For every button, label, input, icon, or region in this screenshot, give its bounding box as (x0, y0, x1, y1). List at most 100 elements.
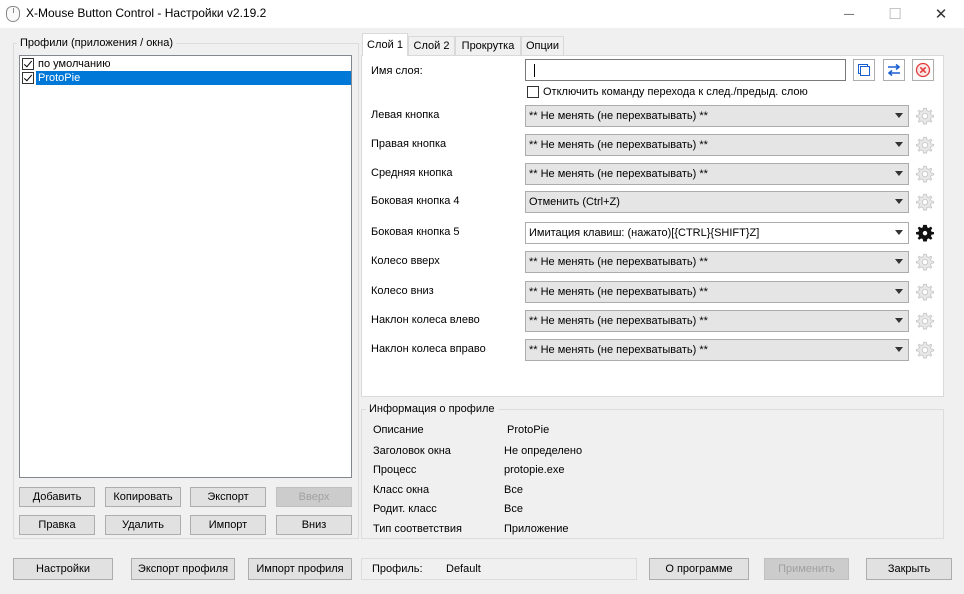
profiles-list[interactable]: по умолчанию ProtoPie (19, 55, 352, 478)
list-item[interactable]: ProtoPie (22, 71, 351, 85)
chevron-down-icon (895, 347, 903, 352)
gear-icon (916, 224, 934, 242)
tab-layer-1[interactable]: Слой 1 (362, 33, 408, 56)
wheel-up-label: Колесо вверх (371, 255, 440, 267)
profiles-group-label: Профили (приложения / окна) (17, 37, 176, 49)
disable-layer-switch-label: Отключить команду перехода к след./преды… (543, 86, 808, 98)
edit-profile-button[interactable]: Правка (19, 515, 95, 535)
settings-button[interactable]: Настройки (13, 558, 113, 580)
gear-icon (916, 253, 934, 271)
tab-layer-2[interactable]: Слой 2 (408, 36, 455, 55)
right-button-select[interactable]: ** Не менять (не перехватывать) ** (525, 134, 909, 156)
export-profile-button[interactable]: Экспорт профиля (131, 558, 235, 580)
side-button-4-settings[interactable] (914, 191, 936, 213)
chevron-down-icon (895, 230, 903, 235)
wheel-down-settings[interactable] (914, 281, 936, 303)
copy-profile-button[interactable]: Копировать (105, 487, 181, 507)
delete-profile-button[interactable]: Удалить (105, 515, 181, 535)
side-button-4-label: Боковая кнопка 4 (371, 195, 460, 207)
info-label: Заголовок окна (373, 445, 451, 457)
chevron-down-icon (895, 171, 903, 176)
profile-label: по умолчанию (38, 58, 111, 70)
import-profile-button[interactable]: Импорт профиля (248, 558, 352, 580)
copy-icon (858, 64, 870, 76)
side-button-5-label: Боковая кнопка 5 (371, 226, 460, 238)
tilt-left-settings[interactable] (914, 310, 936, 332)
info-label: Тип соответствия (373, 523, 462, 535)
move-down-button[interactable]: Вниз (276, 515, 352, 535)
profile-status: Профиль: Default (361, 558, 637, 580)
select-value: ** Не менять (не перехватывать) ** (529, 168, 708, 180)
gear-icon (916, 312, 934, 330)
disable-layer-switch-checkbox[interactable]: Отключить команду перехода к след./преды… (527, 86, 808, 98)
layer-name-label: Имя слоя: (371, 65, 423, 77)
wheel-down-select[interactable]: ** Не менять (не перехватывать) ** (525, 281, 909, 303)
select-value: ** Не менять (не перехватывать) ** (529, 315, 708, 327)
info-label: Родит. класс (373, 503, 437, 515)
checkbox-box[interactable] (527, 86, 539, 98)
side-button-5-settings[interactable] (914, 222, 936, 244)
layer-name-input[interactable] (525, 59, 846, 81)
select-value: ** Не менять (не перехватывать) ** (529, 344, 708, 356)
clear-icon (915, 62, 931, 78)
tilt-left-label: Наклон колеса влево (371, 314, 480, 326)
list-item[interactable]: по умолчанию (22, 57, 351, 71)
close-window-button[interactable]: ✕ (918, 0, 964, 28)
tilt-right-label: Наклон колеса вправо (371, 343, 486, 355)
profile-info-group-label: Информация о профиле (366, 403, 498, 415)
tilt-right-select[interactable]: ** Не менять (не перехватывать) ** (525, 339, 909, 361)
gear-icon (916, 107, 934, 125)
side-button-5-select[interactable]: Имитация клавиш: (нажато)[{CTRL}{SHIFT}Z… (525, 222, 909, 244)
info-value: Не определено (504, 445, 583, 457)
chevron-down-icon (895, 113, 903, 118)
copy-layer-button[interactable] (853, 59, 875, 81)
wheel-up-settings[interactable] (914, 251, 936, 273)
tilt-left-select[interactable]: ** Не менять (не перехватывать) ** (525, 310, 909, 332)
profile-status-value: Default (446, 563, 481, 575)
info-value: protopie.exe (504, 464, 565, 476)
tilt-right-settings[interactable] (914, 339, 936, 361)
gear-icon (916, 165, 934, 183)
side-button-4-select[interactable]: Отменить (Ctrl+Z) (525, 191, 909, 213)
select-value: ** Не менять (не перехватывать) ** (529, 139, 708, 151)
wheel-up-select[interactable]: ** Не менять (не перехватывать) ** (525, 251, 909, 273)
info-label: Процесс (373, 464, 417, 476)
swap-layer-button[interactable] (883, 59, 905, 81)
close-icon: ✕ (934, 6, 948, 23)
close-button[interactable]: Закрыть (866, 558, 952, 580)
minimize-icon: — (844, 8, 854, 20)
minimize-button[interactable]: — (826, 0, 872, 28)
profile-checkbox[interactable] (22, 72, 34, 84)
left-button-label: Левая кнопка (371, 109, 440, 121)
maximize-icon: ☐ (888, 6, 902, 23)
apply-button[interactable]: Применить (764, 558, 849, 580)
left-button-settings[interactable] (914, 105, 936, 127)
profile-checkbox[interactable] (22, 58, 34, 70)
add-profile-button[interactable]: Добавить (19, 487, 95, 507)
maximize-button[interactable]: ☐ (872, 0, 918, 28)
clear-layer-button[interactable] (912, 59, 934, 81)
right-button-settings[interactable] (914, 134, 936, 156)
move-up-button[interactable]: Вверх (276, 487, 352, 507)
import-button[interactable]: Импорт (190, 515, 266, 535)
gear-icon (916, 283, 934, 301)
middle-button-settings[interactable] (914, 163, 936, 185)
about-button[interactable]: О программе (649, 558, 749, 580)
chevron-down-icon (895, 142, 903, 147)
gear-icon (916, 341, 934, 359)
tab-options[interactable]: Опции (521, 36, 564, 55)
middle-button-label: Средняя кнопка (371, 167, 453, 179)
swap-icon (887, 63, 901, 77)
select-value: ** Не менять (не перехватывать) ** (529, 110, 708, 122)
info-value: Все (504, 484, 523, 496)
tab-scrolling[interactable]: Прокрутка (455, 36, 521, 55)
info-value: ProtoPie (507, 424, 550, 436)
window-title: X-Mouse Button Control - Настройки v2.19… (26, 6, 267, 20)
info-value: Все (504, 503, 523, 515)
middle-button-select[interactable]: ** Не менять (не перехватывать) ** (525, 163, 909, 185)
right-button-label: Правая кнопка (371, 138, 447, 150)
chevron-down-icon (895, 199, 903, 204)
export-button[interactable]: Экспорт (190, 487, 266, 507)
left-button-select[interactable]: ** Не менять (не перехватывать) ** (525, 105, 909, 127)
info-value: Приложение (504, 523, 569, 535)
